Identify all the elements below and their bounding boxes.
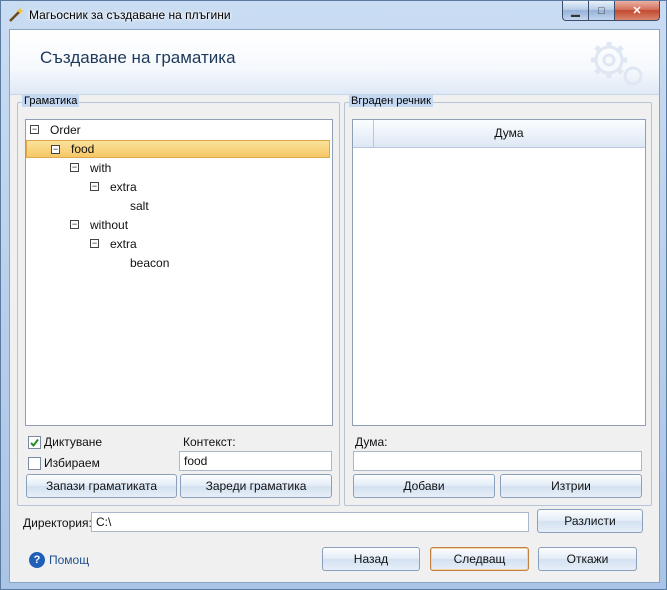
grammar-tree[interactable]: − Order − food − with − extra salt − without − extra… bbox=[25, 119, 333, 426]
tree-node-label: beacon bbox=[130, 256, 170, 270]
tree-node[interactable]: − extra bbox=[26, 235, 330, 253]
tree-node-label: with bbox=[90, 161, 112, 175]
dictation-label[interactable]: Диктуване bbox=[44, 435, 102, 449]
wizard-window: Магьосник за създаване на плъгини ▁ □ ✕ … bbox=[0, 0, 667, 590]
word-input[interactable] bbox=[353, 451, 642, 471]
grid-row-header bbox=[353, 120, 374, 147]
window-title: Магьосник за създаване на плъгини bbox=[29, 8, 231, 22]
browse-button[interactable]: Разлисти bbox=[537, 509, 643, 533]
wizard-client: Създаване на граматика Граматика − Order −… bbox=[9, 29, 660, 583]
tree-node[interactable]: − without bbox=[26, 216, 330, 234]
minimize-icon: ▁ bbox=[571, 5, 580, 17]
help-icon[interactable]: ? bbox=[29, 552, 45, 568]
tree-node-label: extra bbox=[110, 180, 137, 194]
save-grammar-button[interactable]: Запази граматиката bbox=[26, 474, 177, 498]
grammar-group: Граматика − Order − food − with − extra salt − wit… bbox=[17, 95, 340, 506]
tree-node-label: Order bbox=[50, 123, 81, 137]
choose-label[interactable]: Избираем bbox=[44, 456, 100, 470]
context-input[interactable]: food bbox=[179, 451, 332, 471]
directory-label: Директория: bbox=[23, 516, 92, 530]
back-button[interactable]: Назад bbox=[322, 547, 420, 571]
tree-node-label: food bbox=[71, 142, 95, 156]
grid-column-word[interactable]: Дума bbox=[373, 120, 645, 147]
collapse-icon[interactable]: − bbox=[70, 220, 79, 229]
dictionary-group-title: Вграден речник bbox=[349, 95, 433, 107]
tree-node-label: without bbox=[90, 218, 129, 232]
tree-node-label: extra bbox=[110, 237, 137, 251]
tree-node-label: salt bbox=[130, 199, 149, 213]
wizard-header: Създаване на граматика bbox=[10, 30, 659, 95]
collapse-icon[interactable]: − bbox=[51, 145, 60, 154]
choose-checkbox[interactable] bbox=[28, 457, 41, 470]
minimize-button[interactable]: ▁ bbox=[562, 1, 589, 21]
grid-header: Дума bbox=[353, 120, 645, 148]
word-label: Дума: bbox=[355, 435, 388, 449]
tree-node[interactable]: − Order bbox=[26, 121, 330, 139]
load-grammar-button[interactable]: Зареди граматика bbox=[180, 474, 332, 498]
close-icon: ✕ bbox=[632, 5, 642, 17]
gear-icon bbox=[591, 42, 643, 86]
checkmark-icon bbox=[30, 438, 39, 448]
context-label: Контекст: bbox=[183, 435, 236, 449]
collapse-icon[interactable]: − bbox=[30, 125, 39, 134]
dictionary-group: Вграден речник Дума Дума: Добави Изтрии bbox=[344, 95, 652, 506]
page-title: Създаване на граматика bbox=[40, 48, 236, 67]
delete-word-button[interactable]: Изтрии bbox=[500, 474, 642, 498]
next-button[interactable]: Следващ bbox=[430, 547, 529, 571]
collapse-icon[interactable]: − bbox=[90, 182, 99, 191]
tree-node[interactable]: − extra bbox=[26, 178, 330, 196]
cancel-button[interactable]: Откажи bbox=[538, 547, 637, 571]
tree-node[interactable]: salt bbox=[26, 197, 330, 215]
directory-input[interactable]: C:\ bbox=[91, 512, 529, 532]
maximize-icon: □ bbox=[598, 4, 605, 17]
grammar-group-title: Граматика bbox=[22, 95, 80, 107]
add-word-button[interactable]: Добави bbox=[353, 474, 495, 498]
tree-node[interactable]: − food bbox=[26, 140, 330, 158]
tree-node[interactable]: beacon bbox=[26, 254, 330, 272]
help-link[interactable]: Помощ bbox=[49, 553, 89, 567]
title-bar[interactable]: Магьосник за създаване на плъгини ▁ □ ✕ bbox=[1, 1, 666, 29]
tree-node[interactable]: − with bbox=[26, 159, 330, 177]
dictionary-grid[interactable]: Дума bbox=[352, 119, 646, 426]
maximize-button[interactable]: □ bbox=[588, 1, 615, 21]
collapse-icon[interactable]: − bbox=[70, 163, 79, 172]
close-button[interactable]: ✕ bbox=[614, 1, 660, 21]
collapse-icon[interactable]: − bbox=[90, 239, 99, 248]
wand-icon bbox=[9, 7, 24, 22]
dictation-checkbox[interactable] bbox=[28, 436, 41, 449]
